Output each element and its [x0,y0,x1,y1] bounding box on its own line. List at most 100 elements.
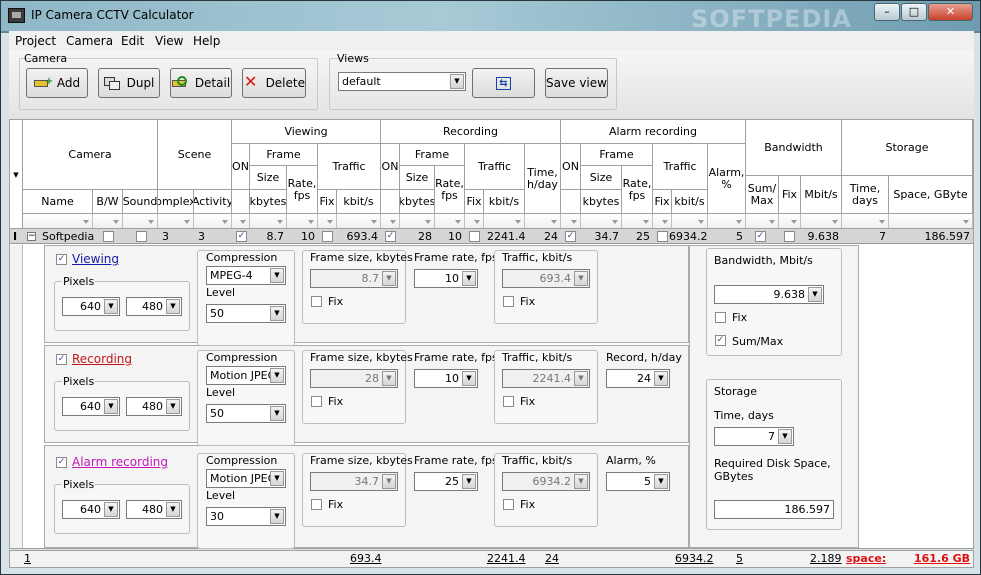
recording-traffic-fix-checkbox[interactable] [503,396,514,407]
sound-checkbox[interactable] [136,231,147,242]
recording-extra-field[interactable]: 24 ▼ [606,369,670,388]
alarm-pixel-width[interactable]: 640 ▼ [62,500,120,519]
filter-cell[interactable] [672,214,708,228]
recording-frame-rate[interactable]: 10 ▼ [414,369,478,388]
bw-checkbox[interactable] [103,231,114,242]
filter-cell[interactable] [123,214,158,228]
detail-button[interactable]: Detail [170,68,232,98]
filter-cell[interactable] [525,214,561,228]
bandwidth-field[interactable]: 9.638 ▼ [714,285,824,304]
viewing-frame-rate[interactable]: 10 ▼ [414,269,478,288]
alarm-extra-field[interactable]: 5 ▼ [606,472,670,491]
storage-days-field[interactable]: 7 ▼ [714,427,794,446]
summax-checkbox[interactable]: ✓ [755,231,766,242]
filter-cell[interactable] [250,214,287,228]
duplicate-button[interactable]: Dupl [98,68,160,98]
activity-cell[interactable]: 3 [195,229,208,244]
viewing-pixel-height[interactable]: 480 ▼ [126,297,182,316]
recording-on-checkbox[interactable]: ✓ [385,231,396,242]
alarm-link[interactable]: Alarm recording [72,455,168,469]
collapse-icon[interactable]: − [27,232,36,241]
recording-pixel-width[interactable]: 640 ▼ [62,397,120,416]
v-fix-header: Fix [318,190,337,214]
recording-enable-checkbox[interactable]: ✓ [56,354,67,365]
menu-view[interactable]: View [155,34,183,48]
recording-traffic-fix-label: Fix [520,395,536,408]
views-select[interactable]: default ▼ [338,72,466,91]
alarm-frame-fix-checkbox[interactable] [311,499,322,510]
table-row[interactable]: I − Softpedia 3 3 ✓ 8.7 10 693.4 ✓ 28 10… [10,229,973,244]
days-cell[interactable]: 7 [842,229,889,244]
camera-name-cell[interactable]: Softpedia [39,229,97,244]
title-bar[interactable]: IP Camera CCTV Calculator SOFTPEDIA – □ … [1,1,980,33]
filter-cell[interactable] [842,214,889,228]
alarm-frame-rate[interactable]: 25 ▼ [414,472,478,491]
recording-pixel-height[interactable]: 480 ▼ [126,397,182,416]
save-view-button[interactable]: Save view [545,68,608,98]
a-pct-cell[interactable]: 5 [708,229,746,244]
viewing-frame-fix-checkbox[interactable] [311,296,322,307]
alarm-enable-checkbox[interactable]: ✓ [56,457,67,468]
menu-camera[interactable]: Camera [66,34,113,48]
filter-cell[interactable] [318,214,337,228]
r-time-cell[interactable]: 24 [525,229,561,244]
total-count: 1 [24,552,31,565]
filter-cell[interactable] [779,214,801,228]
filter-cell[interactable] [484,214,525,228]
viewing-compression-select[interactable]: MPEG-4 ▼ [206,266,286,285]
alarm-level-select[interactable]: 30 ▼ [206,507,286,526]
alarm-pixel-height[interactable]: 480 ▼ [126,500,182,519]
filter-cell[interactable] [708,214,746,228]
viewing-enable-checkbox[interactable]: ✓ [56,254,67,265]
viewing-level-select[interactable]: 50 ▼ [206,304,286,323]
bandwidth-fix-checkbox[interactable] [715,312,726,323]
close-button[interactable]: ✕ [928,3,973,21]
maximize-button[interactable]: □ [901,3,927,21]
v-rate-cell[interactable]: 10 [287,229,318,244]
recording-frame-fix-checkbox[interactable] [311,396,322,407]
r-fix-checkbox[interactable] [469,231,480,242]
filter-cell[interactable] [194,214,232,228]
filter-cell[interactable] [381,214,400,228]
viewing-on-checkbox[interactable]: ✓ [236,231,247,242]
recording-level-select[interactable]: 50 ▼ [206,404,286,423]
alarm-traffic-fix-checkbox[interactable] [503,499,514,510]
minimize-button[interactable]: – [874,3,900,21]
recording-compression-select[interactable]: Motion JPEG ▼ [206,366,286,385]
filter-cell[interactable] [889,214,973,228]
filter-cell[interactable] [400,214,435,228]
add-button[interactable]: + Add [26,68,88,98]
bw-fix-checkbox[interactable] [784,231,795,242]
alarm-compression-select[interactable]: Motion JPEG ▼ [206,469,286,488]
summax-detail-checkbox[interactable]: ✓ [715,335,726,346]
filter-cell[interactable] [93,214,123,228]
recording-link[interactable]: Recording [72,352,132,366]
a-rate-cell[interactable]: 25 [622,229,653,244]
fit-columns-button[interactable]: ⇆ [472,68,535,98]
menu-project[interactable]: Project [15,34,56,48]
filter-cell[interactable] [23,214,93,228]
filter-cell[interactable] [287,214,318,228]
filter-cell[interactable] [465,214,484,228]
filter-cell[interactable] [746,214,779,228]
filter-cell[interactable] [158,214,194,228]
v-fix-checkbox[interactable] [322,231,333,242]
filter-cell[interactable] [653,214,672,228]
menu-help[interactable]: Help [193,34,220,48]
filter-cell[interactable] [561,214,581,228]
filter-cell[interactable] [232,214,250,228]
alarm-on-checkbox[interactable]: ✓ [565,231,576,242]
complex-cell[interactable]: 3 [159,229,172,244]
delete-button[interactable]: ✕ Delete [242,68,306,98]
filter-cell[interactable] [581,214,622,228]
filter-cell[interactable] [435,214,465,228]
filter-cell[interactable] [622,214,653,228]
menu-edit[interactable]: Edit [121,34,144,48]
filter-cell[interactable] [801,214,842,228]
viewing-pixel-width[interactable]: 640 ▼ [62,297,120,316]
r-rate-cell[interactable]: 10 [435,229,465,244]
viewing-link[interactable]: Viewing [72,252,119,266]
viewing-traffic-fix-checkbox[interactable] [503,296,514,307]
filter-cell[interactable] [337,214,381,228]
space-total-value: 161.6 GB [914,552,971,565]
